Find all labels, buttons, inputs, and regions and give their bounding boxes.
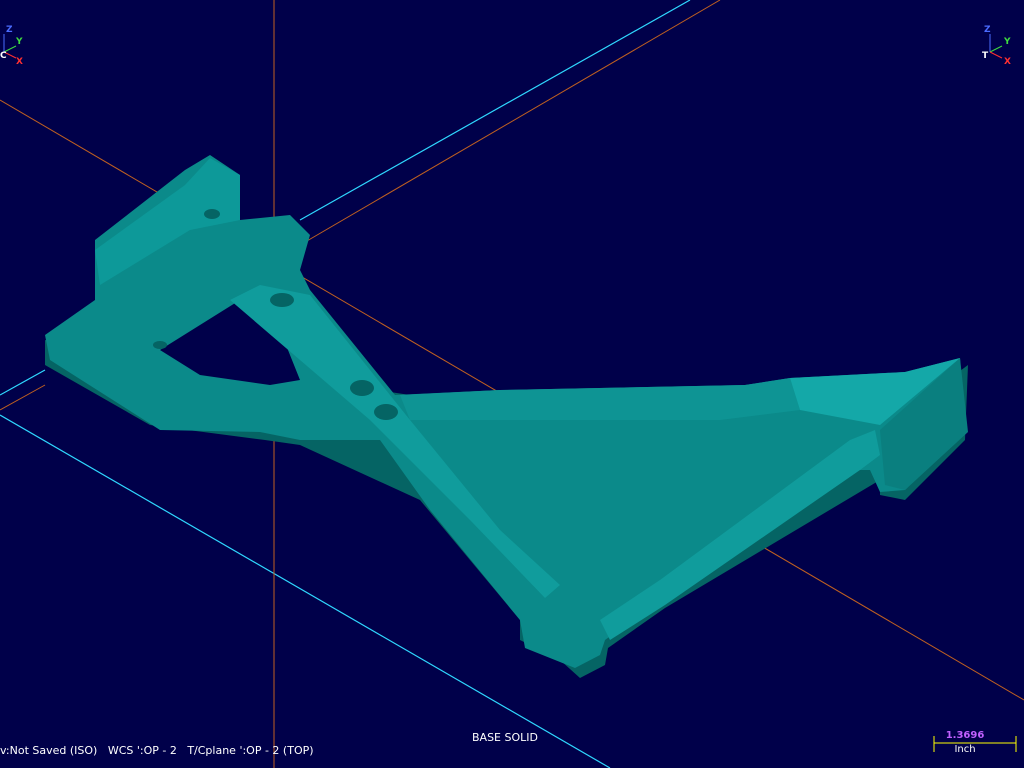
gnomon-left: Z Y C X <box>0 25 30 67</box>
gnomon-left-y: Y <box>16 37 23 47</box>
model-scene[interactable] <box>0 0 1024 768</box>
gnomon-right-y: Y <box>1004 37 1011 47</box>
view-status-text: v:Not Saved (ISO) WCS ':OP - 2 T/Cplane … <box>0 744 314 757</box>
hole-3 <box>374 404 398 420</box>
gnomon-left-c: C <box>0 51 7 61</box>
hole-2 <box>350 380 374 396</box>
entity-label: BASE SOLID <box>472 731 538 744</box>
gnomon-right-z: Z <box>984 25 991 35</box>
solid-beam-lower <box>400 378 800 420</box>
hole-5 <box>153 341 167 349</box>
gnomon-left-x: X <box>16 57 23 67</box>
hole-1 <box>270 293 294 307</box>
base-solid[interactable] <box>45 155 968 678</box>
orange-axis-top <box>299 0 721 246</box>
gnomon-right-x: X <box>1004 57 1011 67</box>
gnomon-left-z: Z <box>6 25 13 35</box>
hole-4 <box>204 209 220 219</box>
scale-indicator: 1.3696 Inch <box>932 730 1018 755</box>
cyan-plane-line-top <box>299 0 691 221</box>
gnomon-right-t: T <box>982 51 989 61</box>
gnomon-right: Z Y T X <box>980 25 1020 67</box>
graphics-viewport[interactable]: Z Y C X Z Y T X v:Not Saved (ISO) WCS ':… <box>0 0 1024 768</box>
cyan-plane-line-left <box>0 369 46 396</box>
scale-unit: Inch <box>954 744 976 755</box>
orange-axis-left <box>0 384 46 411</box>
